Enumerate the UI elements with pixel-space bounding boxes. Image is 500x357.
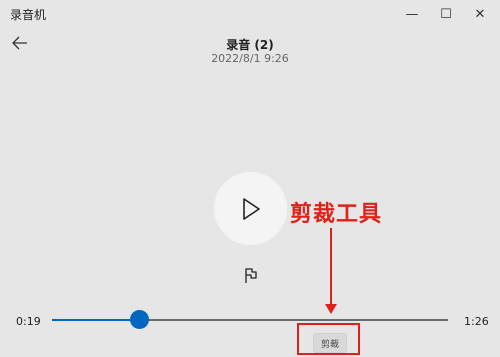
annotation-label: 剪裁工具 (290, 202, 383, 227)
play-icon (242, 197, 260, 220)
minimize-icon: — (405, 6, 419, 22)
voice-recorder-window: 录音机 — ☐ ✕ 录音 (2) 2022/8/1 9:26 0:19 1:26… (0, 0, 500, 357)
flag-icon (245, 268, 257, 283)
app-title: 录音机 (10, 8, 47, 22)
minimize-button[interactable]: — (394, 0, 430, 28)
maximize-button[interactable]: ☐ (428, 0, 464, 28)
add-marker-button[interactable] (242, 267, 260, 285)
recording-date: 2022/8/1 9:26 (211, 52, 289, 65)
close-button[interactable]: ✕ (462, 0, 498, 28)
close-icon: ✕ (474, 6, 486, 22)
current-time: 0:19 (16, 315, 41, 328)
total-time: 1:26 (464, 315, 489, 328)
seek-thumb[interactable] (129, 310, 149, 329)
maximize-icon: ☐ (440, 6, 452, 22)
play-button[interactable] (214, 172, 287, 245)
seek-bar-progress (52, 319, 140, 321)
annotation-highlight-box (297, 323, 360, 355)
recording-name: 录音 (2) (226, 38, 274, 52)
seek-bar[interactable] (52, 310, 448, 329)
